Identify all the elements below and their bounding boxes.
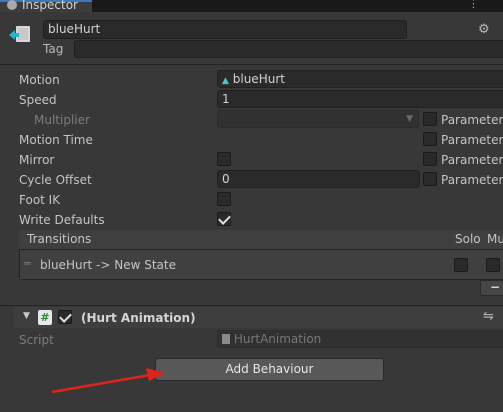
annotation-arrow <box>51 368 165 394</box>
